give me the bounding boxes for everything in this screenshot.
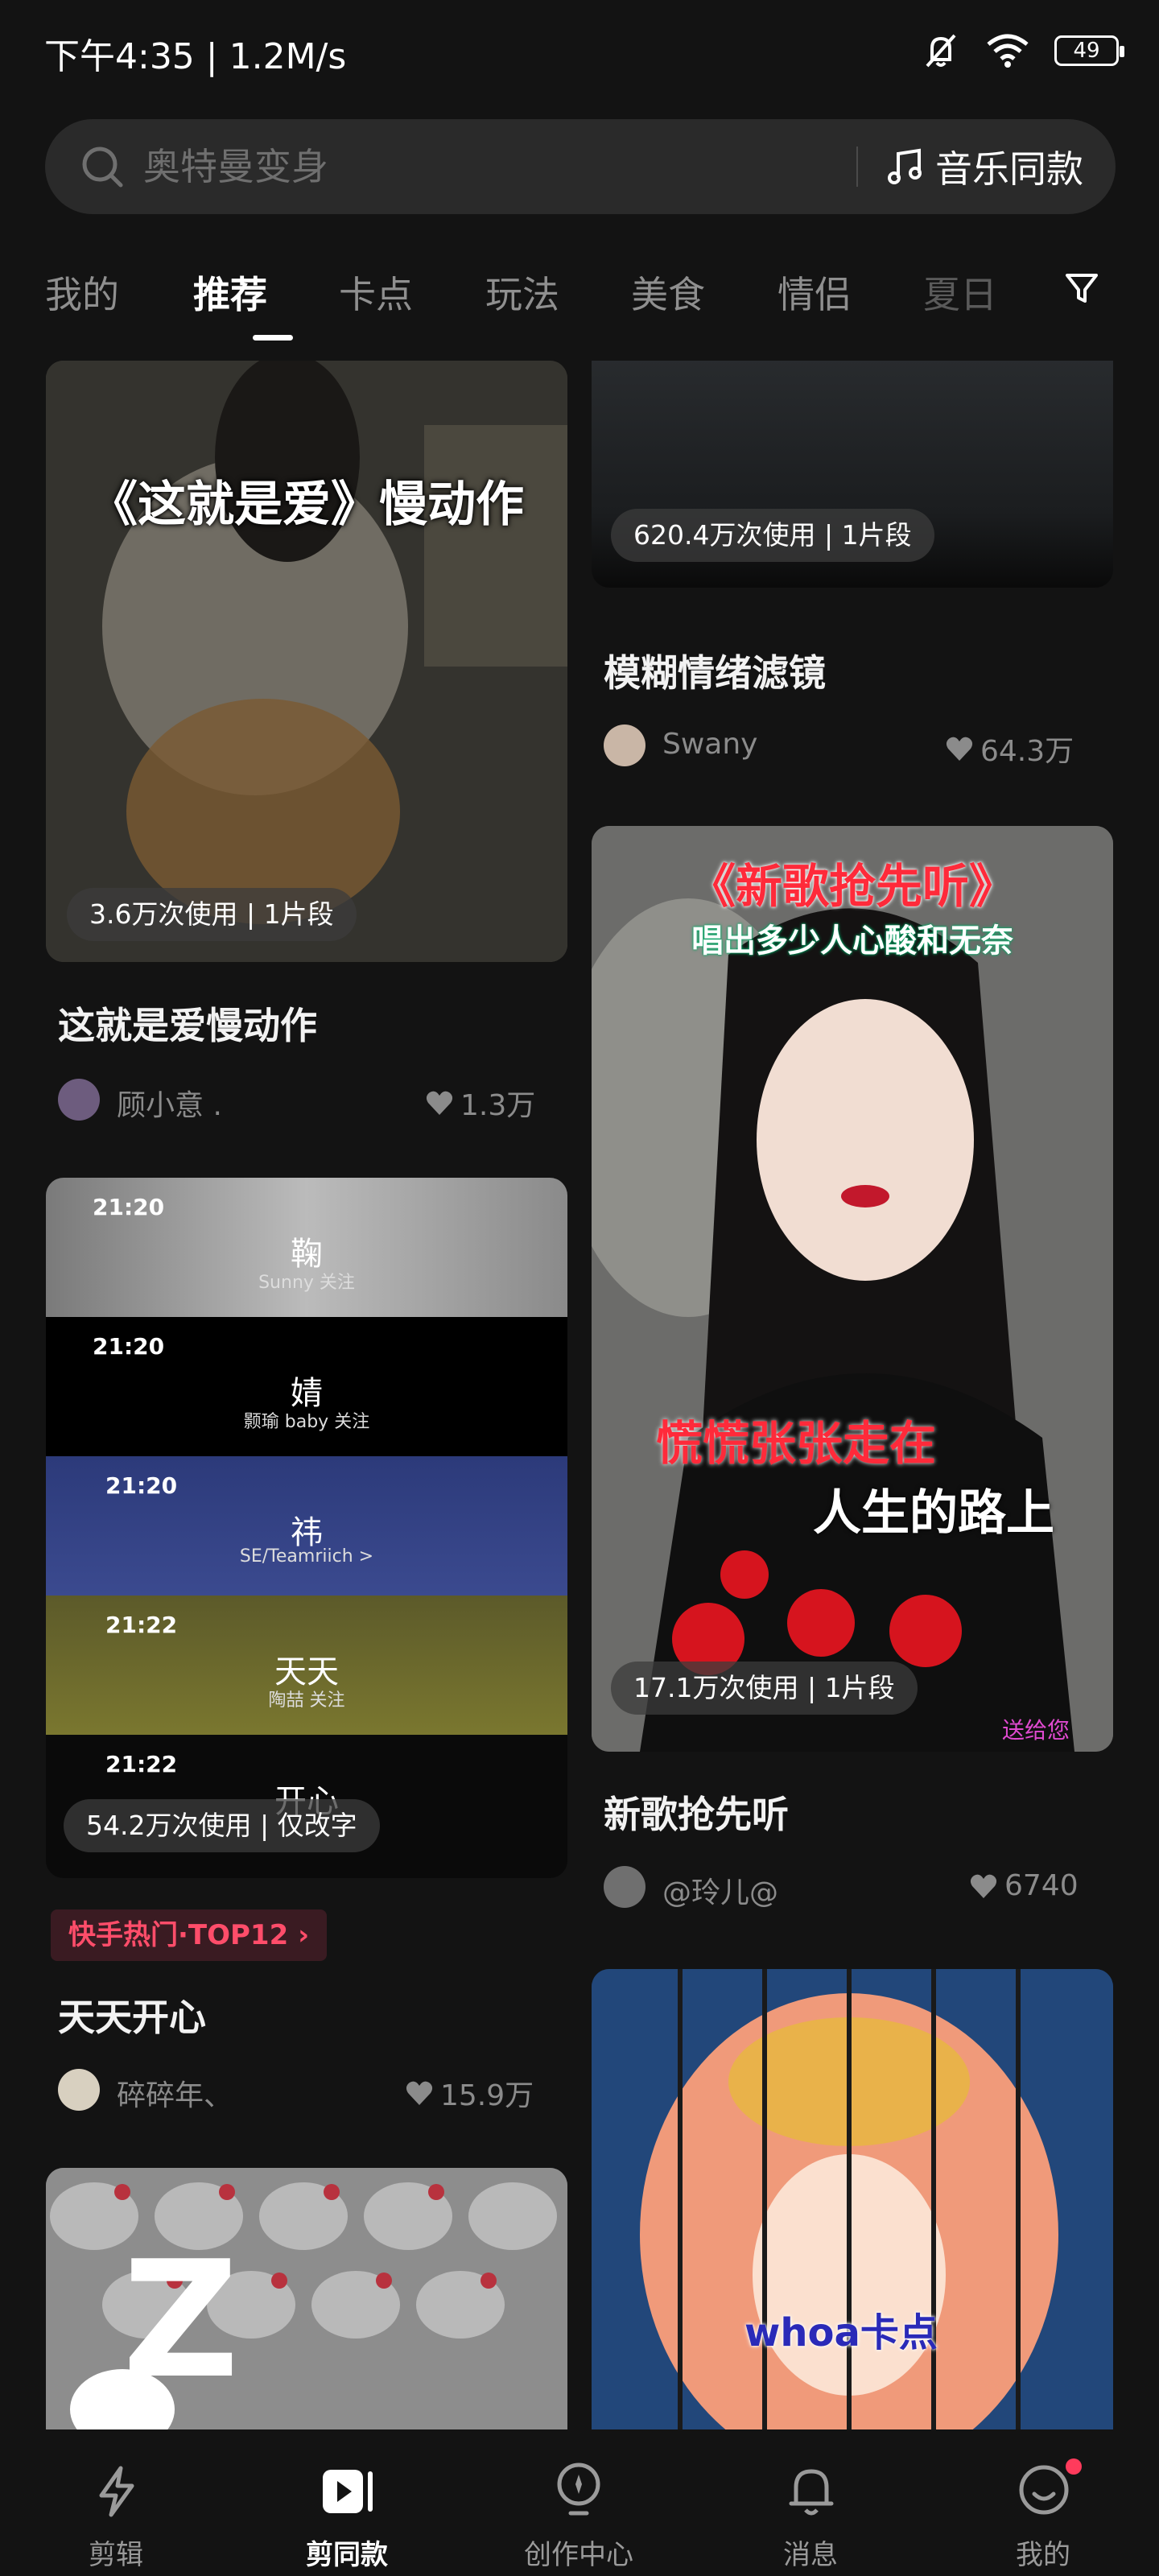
card-likes[interactable]: 6740 [969, 1869, 1079, 1902]
lightning-icon [99, 2466, 134, 2517]
watermark: 送给您 [1002, 1717, 1070, 1744]
anime-still [592, 1969, 1113, 2429]
category-tabs: 我的 推荐 卡点 玩法 美食 情侣 夏日 [45, 266, 1107, 346]
mute-bell-icon [926, 34, 956, 68]
card-likes[interactable]: 64.3万 [945, 728, 1074, 770]
template-feed: 《这就是爱》慢动作 3.6万次使用 | 1片段 这就是爱慢动作 顾小意 . 1.… [0, 361, 1159, 2429]
template-card-image[interactable]: 620.4万次使用 | 1片段 [592, 361, 1113, 588]
tab-summer[interactable]: 夏日 [923, 266, 997, 319]
nav-label: 我的 [1016, 2539, 1070, 2571]
filter-icon[interactable] [1062, 269, 1101, 308]
usage-badge: 17.1万次使用 | 1片段 [611, 1662, 918, 1715]
music-note-icon [888, 148, 922, 184]
card-author[interactable]: Swany [662, 728, 757, 761]
music-match-label: 音乐同款 [935, 147, 1083, 191]
screen-sub: 颢瑜 baby 关注 [243, 1412, 370, 1432]
phone-screen: 21:22 天天 陶喆 关注 [46, 1596, 567, 1735]
screen-time: 21:22 [105, 1612, 178, 1638]
search-bar[interactable]: 音乐同款 [45, 119, 1116, 214]
tab-recommend[interactable]: 推荐 [193, 266, 267, 319]
active-tab-indicator [253, 335, 293, 341]
usage-badge: 54.2万次使用 | 仅改字 [64, 1799, 380, 1852]
chevron-right-icon: › [298, 1919, 310, 1951]
video-still [46, 361, 567, 962]
likes-count: 6740 [1004, 1869, 1079, 1902]
notification-dot [1066, 2458, 1082, 2475]
rank-tag[interactable]: 快手热门·TOP12 › [51, 1909, 328, 1961]
phone-screen: 21:20 祎 SE/Teamriich > [46, 1456, 567, 1596]
tab-play[interactable]: 玩法 [485, 266, 559, 319]
search-divider [856, 147, 858, 187]
tab-mine[interactable]: 我的 [45, 266, 119, 319]
nav-label: 创作中心 [524, 2539, 633, 2571]
card-title[interactable]: 天天开心 [58, 1988, 206, 2041]
phone-screen: 21:20 鞠 Sunny 关注 [46, 1178, 567, 1317]
heart-icon [406, 2081, 433, 2105]
tab-beat[interactable]: 卡点 [339, 266, 413, 319]
usage-badge: 3.6万次使用 | 1片段 [67, 888, 357, 941]
bell-icon [789, 2469, 834, 2516]
likes-count: 64.3万 [980, 735, 1074, 768]
screen-time: 21:22 [105, 1751, 178, 1777]
template-card-image[interactable]: 《这就是爱》慢动作 3.6万次使用 | 1片段 [46, 361, 567, 962]
screen-sub: Sunny 关注 [258, 1273, 355, 1293]
template-card-image[interactable]: 《新歌抢先听》 唱出多少人心酸和无奈 慌慌张张走在 人生的路上 送给您 17.1… [592, 826, 1113, 1752]
card-author[interactable]: 碎碎年、 [117, 2072, 233, 2114]
avatar[interactable] [604, 724, 645, 766]
nav-label: 消息 [783, 2539, 838, 2571]
bottom-nav: 剪辑 剪同款 创作中心 消息 我的 [0, 2429, 1159, 2576]
screen-sub: 陶喆 关注 [268, 1690, 345, 1711]
overlay-subtitle: 唱出多少人心酸和无奈 [691, 923, 1013, 960]
bulb-icon [557, 2462, 600, 2516]
status-time: 下午4:35 | 1.2M/s [44, 36, 347, 77]
avatar[interactable] [58, 1079, 100, 1121]
screen-time: 21:20 [93, 1194, 165, 1220]
battery-icon: 49 [1054, 35, 1124, 66]
card-likes[interactable]: 1.3万 [425, 1082, 535, 1124]
avatar[interactable] [58, 2069, 100, 2111]
screen-time: 21:20 [105, 1472, 178, 1499]
likes-count: 1.3万 [460, 1089, 536, 1122]
heart-icon [426, 1091, 453, 1115]
overlay-title: 《新歌抢先听》 [688, 859, 1016, 914]
status-icons: 49 [921, 31, 1124, 71]
likes-count: 15.9万 [440, 2079, 534, 2112]
card-overlay-text: 《这就是爱》慢动作 [89, 477, 524, 533]
rank-label: 快手热门·TOP12 [68, 1919, 289, 1951]
card-author[interactable]: @玲儿@ [662, 1869, 778, 1911]
phone-screen: 21:20 婧 颢瑜 baby 关注 [46, 1317, 567, 1456]
card-overlay-text: whoa卡点 [744, 2310, 938, 2355]
template-card-image[interactable]: 21:20 鞠 Sunny 关注 21:20 婧 颢瑜 baby 关注 21:2… [46, 1178, 567, 1878]
screen-time: 21:20 [93, 1333, 165, 1360]
lyric-line: 慌慌张张走在 [656, 1416, 937, 1471]
heart-icon [946, 737, 973, 761]
portrait-still [592, 826, 1113, 1752]
card-author[interactable]: 顾小意 . [117, 1082, 222, 1124]
avatar[interactable] [604, 1866, 645, 1908]
template-icon [323, 2470, 373, 2513]
search-input[interactable] [142, 142, 789, 192]
card-title[interactable]: 模糊情绪滤镜 [604, 644, 826, 697]
music-match-button[interactable]: 音乐同款 [884, 140, 1083, 193]
wifi-icon [987, 34, 1029, 68]
screen-sub: SE/Teamriich > [239, 1546, 374, 1567]
nav-label: 剪同款 [306, 2539, 388, 2571]
heart-icon [970, 1874, 997, 1898]
battery-level: 49 [1073, 39, 1100, 63]
card-overlay-text: Z [122, 2227, 240, 2414]
usage-badge: 620.4万次使用 | 1片段 [611, 509, 934, 562]
nav-label: 剪辑 [89, 2539, 143, 2571]
card-title[interactable]: 新歌抢先听 [604, 1785, 789, 1839]
card-likes[interactable]: 15.9万 [405, 2072, 534, 2114]
template-card-image[interactable]: Z [46, 2168, 567, 2429]
card-title[interactable]: 这就是爱慢动作 [58, 997, 317, 1050]
smile-icon [1019, 2465, 1069, 2515]
tab-couple[interactable]: 情侣 [777, 266, 852, 319]
lyric-line: 人生的路上 [813, 1485, 1054, 1542]
search-icon [82, 147, 123, 188]
tab-food[interactable]: 美食 [631, 266, 705, 319]
template-card-image[interactable]: whoa卡点 [592, 1969, 1113, 2429]
